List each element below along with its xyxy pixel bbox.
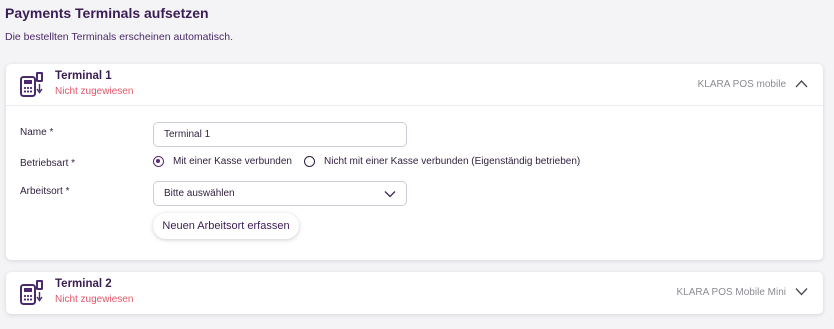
work-location-select[interactable]: Bitte auswählen <box>153 181 407 206</box>
radio-label: Nicht mit einer Kasse verbunden (Eigenst… <box>324 156 581 167</box>
radio-label: Mit einer Kasse verbunden <box>173 156 292 167</box>
terminal-title: Terminal 2 <box>55 278 112 290</box>
status-label: Nicht zugewiesen <box>55 294 134 305</box>
payment-terminal-icon <box>20 72 43 97</box>
status-label: Nicht zugewiesen <box>55 86 134 97</box>
terminal-2-header[interactable]: Terminal 2 Nicht zugewiesen KLARA POS Mo… <box>6 272 823 313</box>
chevron-down-icon[interactable] <box>795 287 808 296</box>
new-work-location-button[interactable]: Neuen Arbeitsort erfassen <box>153 213 299 239</box>
page-subtitle: Die bestellten Terminals erscheinen auto… <box>5 31 234 43</box>
payment-terminal-icon <box>20 280 43 305</box>
radio-unchecked-icon <box>304 156 315 167</box>
terminal-1-header[interactable]: Terminal 1 Nicht zugewiesen KLARA POS mo… <box>6 64 823 106</box>
select-value: Bitte auswählen <box>164 188 235 199</box>
name-label: Name * <box>20 127 54 138</box>
operating-mode-label: Betriebsart * <box>20 158 76 169</box>
radio-checked-icon <box>153 156 164 167</box>
terminal-model: KLARA POS Mobile Mini <box>676 287 787 298</box>
page-title: Payments Terminals aufsetzen <box>5 5 209 21</box>
work-location-label: Arbeitsort * <box>20 186 70 197</box>
terminal-card-2: Terminal 2 Nicht zugewiesen KLARA POS Mo… <box>6 272 823 314</box>
chevron-up-icon[interactable] <box>795 79 808 88</box>
chevron-down-icon <box>384 191 396 198</box>
terminal-card-1: Terminal 1 Nicht zugewiesen KLARA POS mo… <box>6 64 823 260</box>
terminal-title: Terminal 1 <box>55 70 112 82</box>
name-input[interactable] <box>153 122 407 147</box>
terminal-model: KLARA POS mobile <box>697 79 786 90</box>
